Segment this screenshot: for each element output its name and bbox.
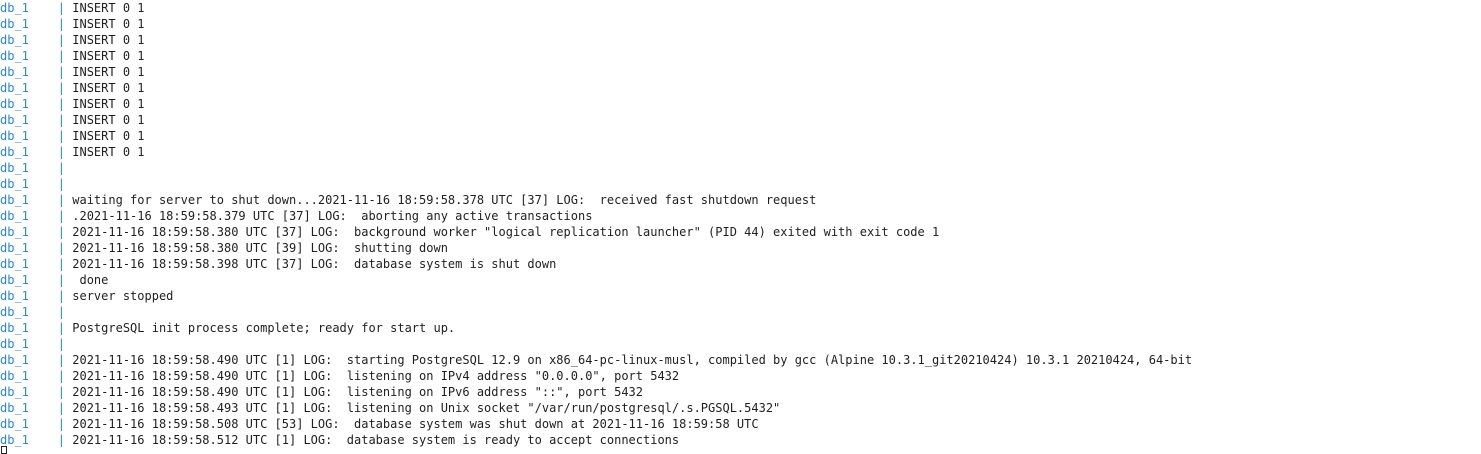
service-prefix: db_1 | [0,97,73,111]
log-line: db_1 | 2021-11-16 18:59:58.380 UTC [37] … [0,224,1481,240]
log-message: 2021-11-16 18:59:58.512 UTC [1] LOG: dat… [72,433,680,447]
log-line: db_1 | INSERT 0 1 [0,96,1481,112]
log-message: INSERT 0 1 [72,81,145,95]
service-prefix: db_1 | [0,273,73,287]
log-message: INSERT 0 1 [72,1,145,15]
log-message: INSERT 0 1 [72,65,145,79]
service-prefix: db_1 | [0,225,73,239]
log-line: db_1 | INSERT 0 1 [0,80,1481,96]
log-line: db_1 | .2021-11-16 18:59:58.379 UTC [37]… [0,208,1481,224]
log-message: 2021-11-16 18:59:58.493 UTC [1] LOG: lis… [72,401,781,415]
log-message: INSERT 0 1 [72,113,145,127]
service-prefix: db_1 | [0,305,73,319]
terminal-output[interactable]: db_1 | INSERT 0 1 db_1 | INSERT 0 1 db_1 |… [0,0,1481,452]
log-line: db_1 | [0,304,1481,320]
log-message: done [72,273,109,287]
service-prefix: db_1 | [0,33,73,47]
service-prefix: db_1 | [0,417,73,431]
service-prefix: db_1 | [0,81,73,95]
service-prefix: db_1 | [0,193,73,207]
log-message: 2021-11-16 18:59:58.490 UTC [1] LOG: lis… [72,385,643,399]
service-prefix: db_1 | [0,337,73,351]
service-prefix: db_1 | [0,289,73,303]
service-prefix: db_1 | [0,353,73,367]
service-prefix: db_1 | [0,209,73,223]
log-line: db_1 | 2021-11-16 18:59:58.490 UTC [1] L… [0,368,1481,384]
service-prefix: db_1 | [0,385,73,399]
log-message: INSERT 0 1 [72,129,145,143]
log-message: .2021-11-16 18:59:58.379 UTC [37] LOG: a… [72,209,593,223]
log-line: db_1 | 2021-11-16 18:59:58.512 UTC [1] L… [0,432,1481,448]
log-line: db_1 | done [0,272,1481,288]
log-line: db_1 | INSERT 0 1 [0,48,1481,64]
log-line: db_1 | waiting for server to shut down..… [0,192,1481,208]
log-message: INSERT 0 1 [72,49,145,63]
service-prefix: db_1 | [0,129,73,143]
service-prefix: db_1 | [0,241,73,255]
log-message: 2021-11-16 18:59:58.508 UTC [53] LOG: da… [72,417,759,431]
service-prefix: db_1 | [0,177,73,191]
log-message: 2021-11-16 18:59:58.380 UTC [37] LOG: ba… [72,225,940,239]
log-line: db_1 | 2021-11-16 18:59:58.490 UTC [1] L… [0,384,1481,400]
service-prefix: db_1 | [0,113,73,127]
terminal-cursor [1,446,7,454]
log-line: db_1 | 2021-11-16 18:59:58.490 UTC [1] L… [0,352,1481,368]
log-message: waiting for server to shut down...2021-1… [72,193,817,207]
log-message: server stopped [72,289,174,303]
service-prefix: db_1 | [0,401,73,415]
log-message: 2021-11-16 18:59:58.380 UTC [39] LOG: sh… [72,241,448,255]
service-prefix: db_1 | [0,433,73,447]
service-prefix: db_1 | [0,17,73,31]
log-line: db_1 | server stopped [0,288,1481,304]
service-prefix: db_1 | [0,1,73,15]
log-line: db_1 | INSERT 0 1 [0,112,1481,128]
log-line: db_1 | INSERT 0 1 [0,128,1481,144]
log-message: INSERT 0 1 [72,17,145,31]
service-prefix: db_1 | [0,369,73,383]
log-message: INSERT 0 1 [72,145,145,159]
log-line: db_1 | 2021-11-16 18:59:58.508 UTC [53] … [0,416,1481,432]
log-line: db_1 | [0,160,1481,176]
log-line: db_1 | INSERT 0 1 [0,0,1481,16]
log-line: db_1 | INSERT 0 1 [0,144,1481,160]
log-message: INSERT 0 1 [72,97,145,111]
log-line: db_1 | [0,176,1481,192]
log-line: db_1 | 2021-11-16 18:59:58.493 UTC [1] L… [0,400,1481,416]
service-prefix: db_1 | [0,257,73,271]
log-line: db_1 | INSERT 0 1 [0,64,1481,80]
service-prefix: db_1 | [0,65,73,79]
log-message: PostgreSQL init process complete; ready … [72,321,456,335]
log-line: db_1 | INSERT 0 1 [0,32,1481,48]
log-message: INSERT 0 1 [72,33,145,47]
service-prefix: db_1 | [0,161,73,175]
log-line: db_1 | 2021-11-16 18:59:58.380 UTC [39] … [0,240,1481,256]
service-prefix: db_1 | [0,321,73,335]
log-message: 2021-11-16 18:59:58.490 UTC [1] LOG: lis… [72,369,680,383]
log-message: 2021-11-16 18:59:58.490 UTC [1] LOG: sta… [72,353,1193,367]
log-line: db_1 | [0,336,1481,352]
log-line: db_1 | 2021-11-16 18:59:58.398 UTC [37] … [0,256,1481,272]
log-line: db_1 | INSERT 0 1 [0,16,1481,32]
log-message: 2021-11-16 18:59:58.398 UTC [37] LOG: da… [72,257,557,271]
service-prefix: db_1 | [0,145,73,159]
service-prefix: db_1 | [0,49,73,63]
log-line: db_1 | PostgreSQL init process complete;… [0,320,1481,336]
